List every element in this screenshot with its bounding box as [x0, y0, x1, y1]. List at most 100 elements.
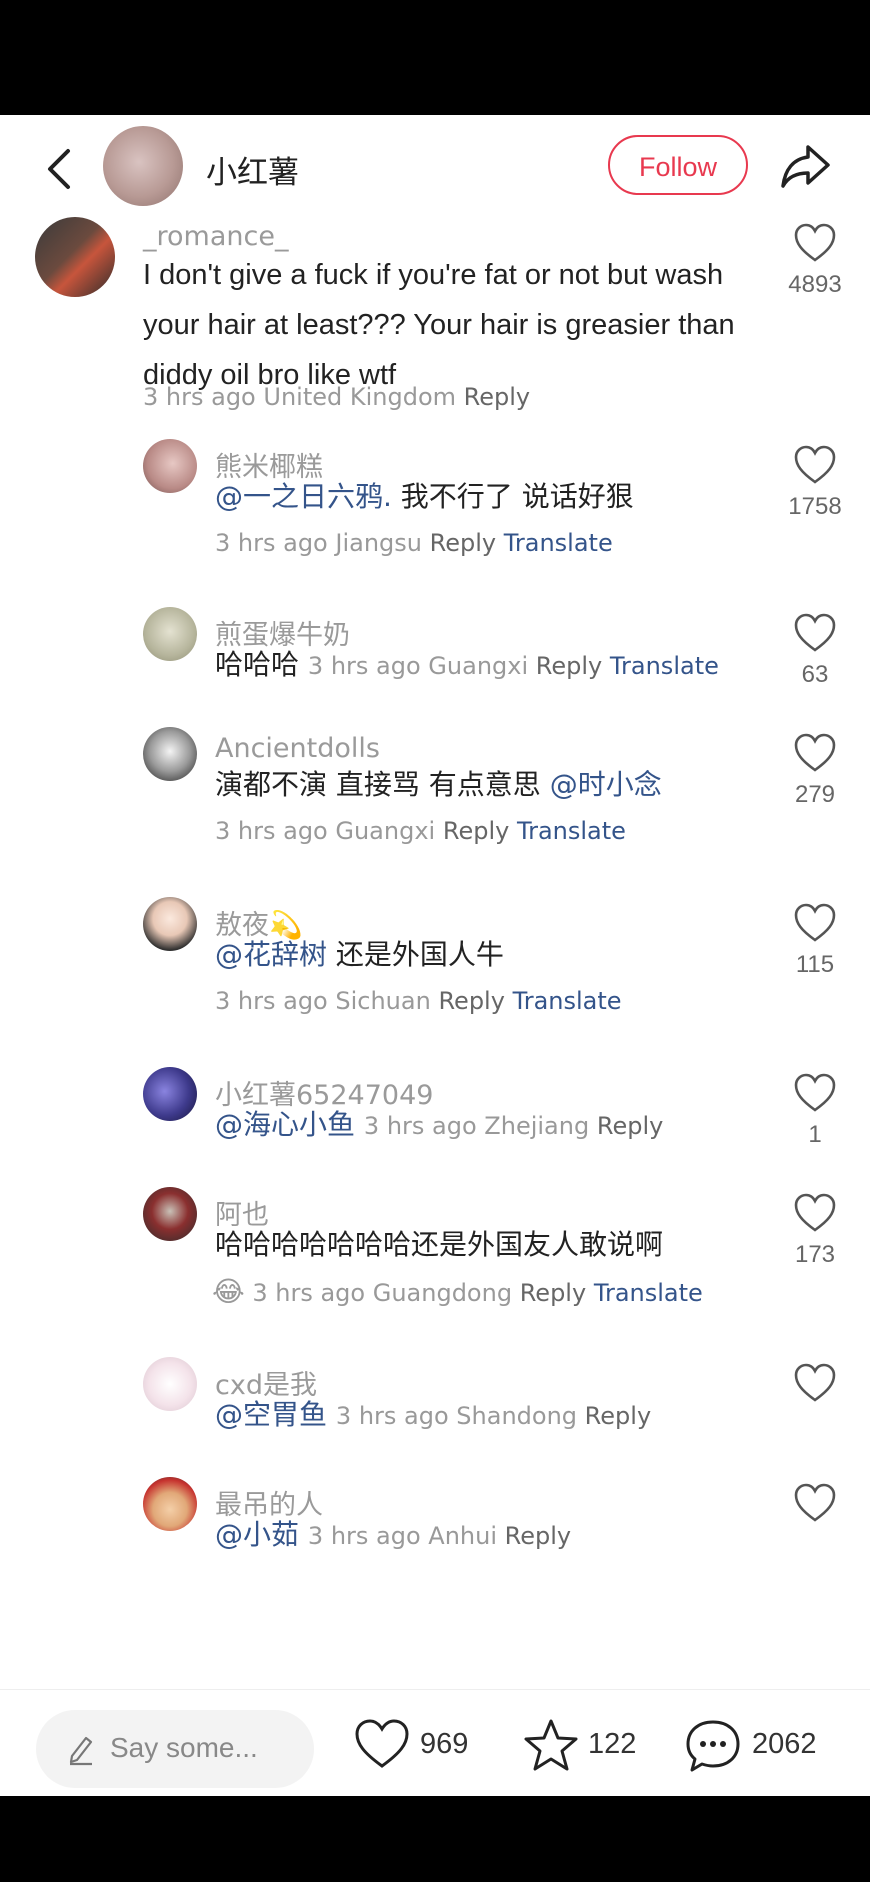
comment-input[interactable]: Say some...	[36, 1710, 314, 1788]
reply-location: Guangdong	[372, 1279, 513, 1307]
reply-button[interactable]: Reply	[597, 1112, 663, 1140]
comment-stat[interactable]: 2062	[684, 1714, 844, 1774]
heart-icon[interactable]	[793, 223, 837, 263]
like-control[interactable]: 279	[770, 733, 860, 809]
reply-time: 3 hrs ago	[335, 1402, 449, 1430]
author-avatar[interactable]	[103, 126, 183, 206]
reply-text: @一之日六鸦. 我不行了 说话好狠	[215, 472, 634, 522]
mention-link[interactable]: @小茹	[215, 1518, 299, 1551]
reply-item: Ancientdolls 演都不演 直接骂 有点意思 @时小念 3 hrs ag…	[0, 725, 870, 855]
share-icon[interactable]	[778, 139, 834, 193]
comment-meta: 3 hrs ago United Kingdom Reply	[143, 383, 530, 411]
reply-button[interactable]: Reply	[430, 529, 496, 557]
comment-username[interactable]: _romance_	[143, 221, 288, 252]
like-control[interactable]: 1	[770, 1073, 860, 1149]
user-avatar[interactable]	[35, 217, 115, 297]
reply-text: 演都不演 直接骂 有点意思 @时小念	[215, 760, 662, 810]
reply-item: 熊米椰糕 @一之日六鸦. 我不行了 说话好狠 3 hrs ago Jiangsu…	[0, 437, 870, 567]
mention-link[interactable]: @花辞树	[215, 938, 327, 971]
reply-meta: 😂 3 hrs ago Guangdong Reply Translate	[212, 1275, 703, 1308]
user-avatar[interactable]	[143, 1187, 197, 1241]
heart-icon[interactable]	[793, 903, 837, 943]
heart-icon[interactable]	[793, 1363, 837, 1403]
back-arrow-icon[interactable]	[40, 145, 80, 193]
reply-button[interactable]: Reply	[536, 652, 602, 680]
user-avatar[interactable]	[143, 439, 197, 493]
reply-button[interactable]: Reply	[464, 383, 530, 411]
reply-item: 敖夜💫 @花辞树 还是外国人牛 3 hrs ago Sichuan Reply …	[0, 895, 870, 1025]
reply-time: 3 hrs ago	[307, 652, 421, 680]
reply-body: 演都不演 直接骂 有点意思	[215, 768, 550, 801]
heart-icon[interactable]	[793, 445, 837, 485]
like-count: 1758	[788, 493, 842, 520]
reply-body: 还是外国人牛	[327, 938, 504, 971]
reply-meta: 3 hrs ago Sichuan Reply Translate	[215, 987, 622, 1015]
user-avatar[interactable]	[143, 607, 197, 661]
heart-icon[interactable]	[793, 1073, 837, 1113]
laughing-emoji-icon: 😂	[212, 1275, 245, 1308]
comment-total: 2062	[752, 1728, 817, 1760]
like-control[interactable]	[770, 1483, 860, 1523]
reply-time: 3 hrs ago	[252, 1279, 366, 1307]
user-avatar[interactable]	[143, 1067, 197, 1121]
translate-button[interactable]: Translate	[517, 817, 626, 845]
like-control[interactable]: 4893	[770, 223, 860, 299]
reply-button[interactable]: Reply	[585, 1402, 651, 1430]
star-stat[interactable]: 122	[522, 1714, 652, 1774]
reply-text: 哈哈哈 3 hrs ago Guangxi Reply Translate	[215, 640, 719, 691]
mention-link[interactable]: @一之日六鸦.	[215, 480, 392, 513]
reply-time: 3 hrs ago	[215, 987, 328, 1015]
reply-location: Guangxi	[335, 817, 436, 845]
like-stat[interactable]: 969	[354, 1714, 484, 1774]
author-name[interactable]: 小红薯	[206, 147, 299, 192]
comment-bubble-icon[interactable]	[684, 1718, 742, 1774]
like-control[interactable]	[770, 1363, 860, 1403]
reply-button[interactable]: Reply	[520, 1279, 586, 1307]
heart-icon[interactable]	[793, 613, 837, 653]
pencil-icon	[69, 1736, 93, 1766]
user-avatar[interactable]	[143, 727, 197, 781]
reply-button[interactable]: Reply	[438, 987, 504, 1015]
reply-meta: 3 hrs ago Guangxi Reply Translate	[308, 652, 719, 680]
reply-time: 3 hrs ago	[363, 1112, 477, 1140]
like-control[interactable]: 63	[770, 613, 860, 689]
reply-meta: 3 hrs ago Guangxi Reply Translate	[215, 817, 626, 845]
reply-button[interactable]: Reply	[443, 817, 509, 845]
reply-button[interactable]: Reply	[505, 1522, 571, 1550]
user-avatar[interactable]	[143, 1357, 197, 1411]
like-control[interactable]: 115	[770, 903, 860, 979]
translate-button[interactable]: Translate	[513, 987, 622, 1015]
comment-time: 3 hrs ago	[143, 383, 256, 411]
reply-time: 3 hrs ago	[307, 1522, 421, 1550]
like-control[interactable]: 173	[770, 1193, 860, 1269]
mention-link[interactable]: @时小念	[550, 768, 662, 801]
star-icon[interactable]	[522, 1718, 580, 1774]
heart-icon[interactable]	[793, 733, 837, 773]
reply-text: @空胃鱼 3 hrs ago Shandong Reply	[215, 1390, 651, 1441]
reply-item: 煎蛋爆牛奶 哈哈哈 3 hrs ago Guangxi Reply Transl…	[0, 605, 870, 695]
user-avatar[interactable]	[143, 897, 197, 951]
reply-meta: 3 hrs ago Zhejiang Reply	[364, 1112, 663, 1140]
heart-icon[interactable]	[354, 1718, 410, 1770]
comment-item: _romance_ I don't give a fuck if you're …	[0, 215, 870, 415]
reply-text: 哈哈哈哈哈哈哈还是外国友人敢说啊	[215, 1228, 664, 1261]
mention-link[interactable]: @海心小鱼	[215, 1108, 355, 1141]
reply-time: 3 hrs ago	[215, 817, 328, 845]
reply-location: Zhejiang	[484, 1112, 590, 1140]
reply-location: Sichuan	[335, 987, 431, 1015]
translate-button[interactable]: Translate	[504, 529, 613, 557]
user-avatar[interactable]	[143, 1477, 197, 1531]
like-control[interactable]: 1758	[770, 445, 860, 521]
like-count: 4893	[788, 271, 842, 298]
translate-button[interactable]: Translate	[594, 1279, 703, 1307]
follow-button[interactable]: Follow	[608, 135, 748, 195]
top-header: 小红薯 Follow	[0, 115, 870, 225]
heart-icon[interactable]	[793, 1483, 837, 1523]
comment-input-placeholder: Say some...	[110, 1732, 258, 1763]
comments-page: 小红薯 Follow _romance_ I don't give a fuck…	[0, 115, 870, 1796]
reply-text: @花辞树 还是外国人牛	[215, 930, 504, 980]
mention-link[interactable]: @空胃鱼	[215, 1398, 327, 1431]
translate-button[interactable]: Translate	[610, 652, 719, 680]
heart-icon[interactable]	[793, 1193, 837, 1233]
reply-item: cxd是我 @空胃鱼 3 hrs ago Shandong Reply	[0, 1355, 870, 1445]
